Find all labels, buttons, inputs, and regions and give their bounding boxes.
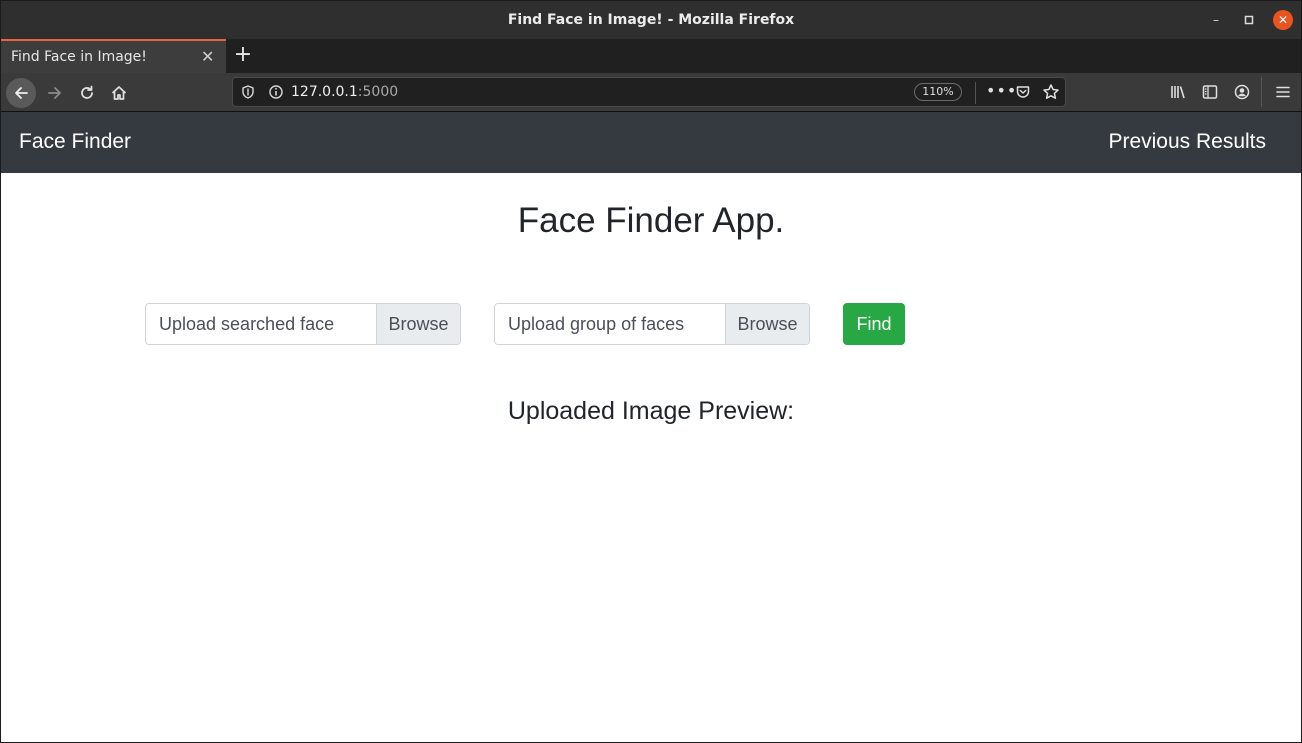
group-faces-upload[interactable]: Upload group of faces Browse xyxy=(494,303,810,345)
arrow-left-icon xyxy=(15,87,28,99)
forward-button[interactable] xyxy=(40,78,70,108)
library-icon[interactable] xyxy=(1169,83,1187,105)
url-text[interactable]: 127.0.0.1:5000 xyxy=(291,84,398,100)
maximize-button[interactable] xyxy=(1239,10,1259,30)
window-title: Find Face in Image! - Mozilla Firefox xyxy=(507,12,795,28)
minimize-button[interactable]: – xyxy=(1206,10,1226,30)
back-button[interactable] xyxy=(6,78,36,108)
group-faces-browse-button[interactable]: Browse xyxy=(725,304,809,344)
account-icon[interactable] xyxy=(1233,83,1251,105)
title-bar: Find Face in Image! - Mozilla Firefox – … xyxy=(1,1,1301,39)
arrow-right-icon xyxy=(48,87,61,99)
searched-face-file-input[interactable]: Upload searched face xyxy=(146,304,376,344)
find-button[interactable]: Find xyxy=(843,303,905,345)
pocket-icon[interactable] xyxy=(1015,84,1031,104)
searched-face-upload[interactable]: Upload searched face Browse xyxy=(145,303,461,345)
new-tab-button[interactable]: + xyxy=(232,42,254,67)
star-icon[interactable] xyxy=(1042,83,1060,105)
close-window-button[interactable]: ✕ xyxy=(1273,10,1293,30)
maximize-icon xyxy=(1244,15,1254,25)
web-page: Face Finder Previous Results Face Finder… xyxy=(1,112,1301,742)
url-host: 127.0.0.1 xyxy=(291,84,358,100)
tab-find-face[interactable]: Find Face in Image! ✕ xyxy=(1,39,226,73)
previous-results-link[interactable]: Previous Results xyxy=(1108,130,1266,154)
reload-icon xyxy=(81,85,93,99)
home-button[interactable] xyxy=(104,78,134,108)
shield-icon[interactable] xyxy=(240,84,256,104)
tab-label: Find Face in Image! xyxy=(11,49,147,65)
searched-face-browse-button[interactable]: Browse xyxy=(376,304,460,344)
toolbar-separator xyxy=(1261,77,1262,107)
home-icon xyxy=(111,86,127,100)
info-icon[interactable] xyxy=(268,84,284,104)
url-port: :5000 xyxy=(357,84,399,100)
browser-toolbar: 127.0.0.1:5000 110% ••• xyxy=(1,73,1301,112)
app-navbar: Face Finder Previous Results xyxy=(1,112,1301,173)
page-title: Face Finder App. xyxy=(517,201,785,240)
url-separator xyxy=(975,82,976,104)
tab-strip: Find Face in Image! ✕ + xyxy=(1,39,1301,73)
brand-link[interactable]: Face Finder xyxy=(19,130,131,154)
group-faces-file-input[interactable]: Upload group of faces xyxy=(495,304,725,344)
tab-close-icon[interactable]: ✕ xyxy=(201,47,214,66)
browser-window: Find Face in Image! - Mozilla Firefox – … xyxy=(0,0,1302,743)
url-bar[interactable]: 127.0.0.1:5000 110% ••• xyxy=(232,77,1066,107)
sidebar-icon[interactable] xyxy=(1201,83,1219,105)
preview-heading: Uploaded Image Preview: xyxy=(507,397,795,425)
hamburger-menu-icon[interactable] xyxy=(1274,83,1292,105)
zoom-indicator[interactable]: 110% xyxy=(914,83,962,101)
page-actions-icon[interactable]: ••• xyxy=(986,81,1017,100)
reload-button[interactable] xyxy=(72,78,102,108)
